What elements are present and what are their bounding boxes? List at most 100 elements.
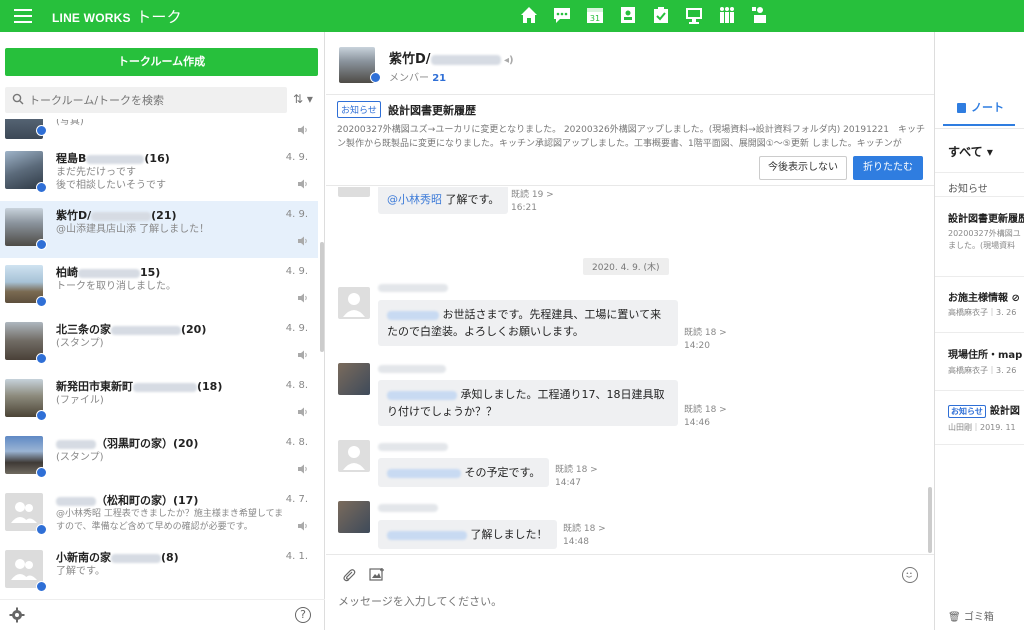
message-bubble[interactable]: お世話さまです。先程建具、工場に置いて来たので白塗装。よろしくお願いします。 [378,300,678,346]
app-nav: 31 [518,4,782,28]
list-item[interactable]: 程島B (16) まだ先だけっです 後で相談したいそうです 4. 9. [0,144,318,201]
message-input[interactable] [338,593,918,617]
note-meta: 高橋麻衣子｜3. 26 [948,308,1017,317]
help-icon[interactable]: ? [295,607,311,623]
note-title[interactable]: お知らせ 設計図 [948,402,1020,418]
room-members[interactable]: メンバー 21 [389,69,446,84]
list-item-title: 紫竹D/(21) [56,209,177,222]
group-badge-icon [36,524,47,535]
avatar [338,287,370,319]
mute-icon [298,407,307,417]
list-item[interactable]: 新発田市東新町 (18) (ファイル) 4. 8. [0,372,318,429]
divider [935,276,1024,277]
notice-tag: お知らせ [337,101,381,118]
notes-panel: ノート すべて ▾ お知らせ 設計図書更新履歴 20200327外構図ユ ました… [934,32,1024,630]
sender-name [378,284,448,292]
note-meta: 山田剛｜2019. 11 [948,423,1016,432]
avatar [338,440,370,472]
attach-file-icon[interactable] [342,568,356,582]
notes-filter-dropdown[interactable]: すべて ▾ [948,143,993,160]
left-footer: ? [0,599,325,630]
list-item[interactable]: (写真) [0,119,318,144]
notice-title[interactable]: 設計図書更新履歴 [388,102,476,118]
avatar [338,187,370,197]
message-bubble[interactable]: その予定です。 [378,458,550,487]
group-badge-icon [370,72,381,83]
group-badge-icon [36,296,47,307]
brand-section: トーク [136,9,182,26]
list-item[interactable]: （羽黒町の家）(20) (スタンプ) 4. 8. [0,429,318,486]
list-item-title: 新発田市東新町 (18) [56,380,223,393]
note-title[interactable]: 設計図書更新履歴 [948,210,1024,225]
list-item-title: 程島B (16) [56,152,170,165]
message-meta: 既読 18 >14:46 [684,405,727,428]
monitor-icon[interactable] [683,4,705,26]
app-brand: LINE WORKS トーク [52,6,182,27]
chat-scrollbar[interactable] [928,187,932,554]
talk-room-list: (写真) 程島B (16) まだ先だけっです 後で相談したいそうです 4. 9. … [0,119,318,599]
tab-notes[interactable]: ノート [943,90,1015,126]
note-title[interactable]: お施主様情報 ⊘ [948,289,1020,304]
collapse-notice-button[interactable]: 折りたたむ [853,156,923,180]
message-composer [326,554,934,630]
avatar [338,501,370,533]
note-meta: 高橋麻衣子｜3. 26 [948,366,1017,375]
talk-icon[interactable] [551,4,573,26]
contacts-icon[interactable] [617,4,639,26]
room-title[interactable]: 紫竹D/ ◂) [389,48,514,67]
group-badge-icon [36,410,47,421]
list-item[interactable]: 北三条の家 (20) (スタンプ) 4. 9. [0,315,318,372]
gear-icon[interactable] [9,607,25,623]
note-tag: お知らせ [948,405,986,418]
list-item[interactable]: 柏崎 15) トークを取り消しました。 4. 9. [0,258,318,315]
list-item-preview: (スタンプ) [56,338,104,349]
brand-name: LINE WORKS [52,11,131,25]
image-attach-icon[interactable] [369,567,385,581]
divider [935,172,1024,173]
message-meta: 既読 18 >14:20 [684,328,727,351]
group-badge-icon [36,239,47,250]
list-item-title: 柏崎 15) [56,266,161,279]
note-body: 20200327外構図ユ ました。(現場資料 [948,229,1021,250]
list-item[interactable]: 小新南の家 (8) 了解です。 4. 1. [0,543,318,599]
message-bubble[interactable]: 了解しました！ [378,520,557,549]
people-icon[interactable] [716,4,738,26]
sort-icon[interactable]: ⇅ ▾ [293,92,315,108]
divider [935,390,1024,391]
list-item-preview: まだ先だけっです 後で相談したいそうです [56,167,166,191]
admin-icon[interactable] [749,4,771,26]
list-scrollbar[interactable] [320,242,324,352]
list-item-preview: (スタンプ) [56,452,104,463]
group-badge-icon [36,125,47,136]
sender-name [378,504,438,512]
message-meta: 既読 19 >16:21 [511,190,554,213]
message-area: @小林秀昭 了解です。 既読 19 >16:21 2020. 4. 9. (木)… [326,187,934,554]
hide-notice-button[interactable]: 今後表示しない [759,156,847,180]
message-bubble[interactable]: 承知しました。工程通り17、18日建具取り付けでしょうか？？ [378,380,678,426]
list-item-date: 4. 9. [285,323,308,334]
search-input[interactable] [29,87,284,113]
list-item-title: （羽黒町の家）(20) [56,435,198,451]
mute-icon [298,521,307,531]
trash-button[interactable]: 🗑 ゴミ箱 [948,608,994,623]
list-item[interactable]: （松和町の家）(17) @小林秀昭 工程表できましたか？施主様まき希望してますの… [0,486,318,543]
group-badge-icon [36,581,47,592]
hamburger-menu-icon[interactable] [14,9,32,23]
sender-name [378,365,446,373]
list-item-date: 4. 8. [285,380,308,391]
search-box [5,87,287,113]
home-icon[interactable] [518,4,540,26]
group-badge-icon [36,467,47,478]
emoji-icon[interactable] [902,567,918,583]
notice-banner: お知らせ 設計図書更新履歴 20200327外構図ユズ→ユーカリに変更となりまし… [326,94,934,186]
list-item-active[interactable]: 紫竹D/(21) @山添建具店山添 了解しました！ 4. 9. [0,201,318,258]
message-bubble[interactable]: @小林秀昭 了解です。 [378,187,509,214]
mute-icon [298,464,307,474]
calendar-icon[interactable]: 31 [584,4,606,26]
note-title[interactable]: 現場住所・map [948,346,1022,361]
mute-icon [298,236,307,246]
group-badge-icon [36,182,47,193]
list-item-preview: 了解です。 [56,566,105,577]
create-talk-room-button[interactable]: トークルーム作成 [5,48,318,76]
task-icon[interactable] [650,4,672,26]
